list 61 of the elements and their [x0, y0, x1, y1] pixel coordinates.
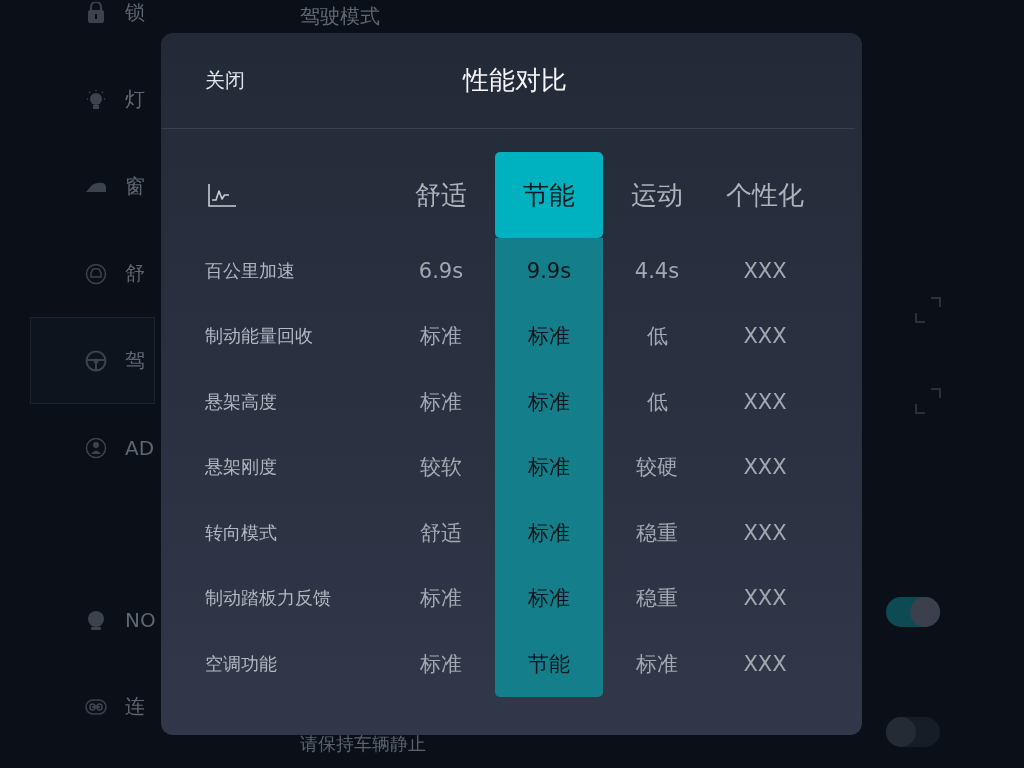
- row-label: 制动踏板力反馈: [205, 586, 331, 611]
- row-label: 转向模式: [205, 520, 277, 545]
- person-circle-icon: [85, 436, 107, 459]
- row-label: 空调功能: [205, 651, 277, 676]
- chart-icon: [208, 183, 236, 207]
- table-cell-text: 稳重: [636, 585, 678, 613]
- table-cell-text: 低: [646, 388, 668, 416]
- table-cell-text: 稳重: [636, 519, 678, 547]
- table-cell: 标准: [495, 434, 603, 500]
- table-cell: 标准: [495, 303, 603, 369]
- row-label: 制动能量回收: [205, 324, 313, 349]
- corner-brackets-icon: [915, 388, 941, 414]
- table-cell-text: 标准: [420, 323, 462, 351]
- table-cell-text: 标准: [420, 585, 462, 613]
- table-cell: XXX: [743, 324, 787, 349]
- sidebar-item[interactable]: 连: [85, 693, 145, 720]
- mode-tab[interactable]: 节能: [495, 152, 603, 238]
- row-label: 悬架高度: [205, 389, 277, 414]
- sidebar-item[interactable]: 窗: [85, 173, 145, 200]
- table-cell-text: 标准: [636, 650, 678, 678]
- head-icon: [85, 608, 107, 631]
- mode-tab[interactable]: 舒适: [415, 177, 467, 213]
- table-cell-text: 标准: [420, 388, 462, 416]
- table-cell-text: 标准: [420, 650, 462, 678]
- mode-tab[interactable]: 个性化: [726, 177, 804, 213]
- row-label: 百公里加速: [205, 258, 295, 283]
- table-cell: XXX: [743, 520, 787, 545]
- table-cell-text: 低: [646, 323, 668, 351]
- sidebar-item[interactable]: AD: [85, 435, 155, 460]
- row-label: 悬架刚度: [205, 455, 277, 480]
- dialog-title: 性能对比: [463, 64, 567, 97]
- sidebar-item[interactable]: 灯: [85, 86, 145, 113]
- table-cell: XXX: [743, 258, 787, 283]
- sidebar-item[interactable]: 舒: [85, 260, 145, 287]
- hint-text: 请保持车辆静止: [300, 732, 426, 756]
- bulb-icon: [85, 88, 107, 111]
- close-button[interactable]: 关闭: [205, 67, 245, 94]
- sidebar-item[interactable]: 驾: [30, 317, 155, 404]
- table-cell: XXX: [743, 586, 787, 611]
- page-title: 驾驶模式: [300, 4, 380, 28]
- table-cell: 6.9s: [418, 258, 464, 283]
- toggle-switch[interactable]: [886, 597, 940, 627]
- table-cell: 9.9s: [495, 238, 603, 304]
- table-cell: XXX: [743, 651, 787, 676]
- table-cell: XXX: [743, 389, 787, 414]
- table-cell: 4.4s: [634, 258, 680, 283]
- sidebar-item[interactable]: NO: [85, 607, 156, 632]
- steering-wheel-icon: [85, 349, 107, 372]
- sidebar-item[interactable]: 锁: [85, 0, 145, 26]
- corner-brackets-icon: [915, 297, 941, 323]
- table-cell: 标准: [495, 500, 603, 566]
- car-front-circle-icon: [85, 262, 107, 285]
- toggle-switch[interactable]: [886, 717, 940, 747]
- table-cell: 标准: [495, 565, 603, 631]
- table-cell-text: 舒适: [420, 519, 462, 547]
- table-cell-text: 较硬: [636, 454, 678, 482]
- table-cell: 节能: [495, 631, 603, 697]
- table-cell: 标准: [495, 369, 603, 435]
- mode-tab[interactable]: 运动: [631, 177, 683, 213]
- table-cell: XXX: [743, 455, 787, 480]
- table-cell-text: 较软: [420, 454, 462, 482]
